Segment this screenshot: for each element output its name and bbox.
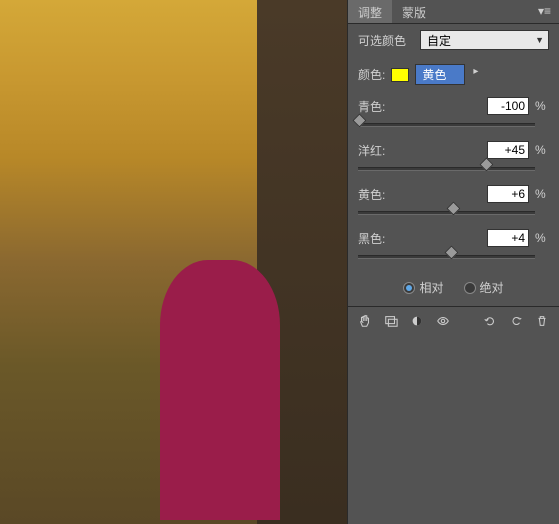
- yellow-thumb[interactable]: [446, 201, 460, 215]
- reset-icon[interactable]: [479, 310, 501, 332]
- cyan-pct: %: [535, 99, 549, 113]
- color-select-row: 颜色: 黄色: [348, 56, 559, 93]
- yellow-pct: %: [535, 187, 549, 201]
- black-pct: %: [535, 231, 549, 245]
- refresh-icon[interactable]: [505, 310, 527, 332]
- yellow-input[interactable]: [487, 185, 529, 203]
- radio-relative-dot: [403, 282, 415, 294]
- black-label: 黑色:: [358, 230, 481, 247]
- yellow-slider[interactable]: [358, 205, 535, 219]
- method-row: 相对 绝对: [348, 269, 559, 306]
- hand-icon[interactable]: [354, 310, 376, 332]
- clip-icon[interactable]: [406, 310, 428, 332]
- cyan-input[interactable]: [487, 97, 529, 115]
- slider-yellow: 黄色: %: [348, 181, 559, 225]
- black-input[interactable]: [487, 229, 529, 247]
- cyan-label: 青色:: [358, 98, 481, 115]
- slider-cyan: 青色: %: [348, 93, 559, 137]
- color-dropdown[interactable]: 黄色: [415, 64, 465, 85]
- selective-color-label: 可选颜色: [358, 32, 414, 49]
- black-slider[interactable]: [358, 249, 535, 263]
- radio-absolute[interactable]: 绝对: [464, 279, 504, 296]
- magenta-pct: %: [535, 143, 549, 157]
- color-label: 颜色:: [358, 66, 385, 83]
- black-thumb[interactable]: [444, 245, 458, 259]
- slider-black: 黑色: %: [348, 225, 559, 269]
- color-swatch: [391, 68, 409, 82]
- radio-absolute-dot: [464, 282, 476, 294]
- preset-value: 自定: [427, 32, 451, 49]
- tab-adjust[interactable]: 调整: [348, 0, 392, 23]
- magenta-thumb[interactable]: [480, 157, 494, 171]
- selective-color-row: 可选颜色 自定: [348, 24, 559, 56]
- panel-tabs: 调整 蒙版 ▾≡: [348, 0, 559, 24]
- yellow-label: 黄色:: [358, 186, 481, 203]
- view-prev-icon[interactable]: [380, 310, 402, 332]
- trash-icon[interactable]: [531, 310, 553, 332]
- cyan-thumb[interactable]: [352, 113, 366, 127]
- slider-magenta: 洋红: %: [348, 137, 559, 181]
- radio-absolute-label: 绝对: [480, 279, 504, 296]
- magenta-input[interactable]: [487, 141, 529, 159]
- adjustments-panel: 调整 蒙版 ▾≡ 可选颜色 自定 颜色: 黄色 青色: % 洋红: %: [347, 0, 559, 524]
- cyan-slider[interactable]: [358, 117, 535, 131]
- panel-menu-icon[interactable]: ▾≡: [530, 0, 559, 23]
- document-canvas[interactable]: [0, 0, 347, 524]
- preset-dropdown[interactable]: 自定: [420, 30, 549, 50]
- tab-mask[interactable]: 蒙版: [392, 0, 436, 23]
- radio-relative[interactable]: 相对: [403, 279, 443, 296]
- panel-empty-area: [348, 334, 559, 524]
- eye-icon[interactable]: [432, 310, 454, 332]
- panel-footer: [348, 306, 559, 334]
- magenta-slider[interactable]: [358, 161, 535, 175]
- radio-relative-label: 相对: [419, 279, 443, 296]
- magenta-label: 洋红:: [358, 142, 481, 159]
